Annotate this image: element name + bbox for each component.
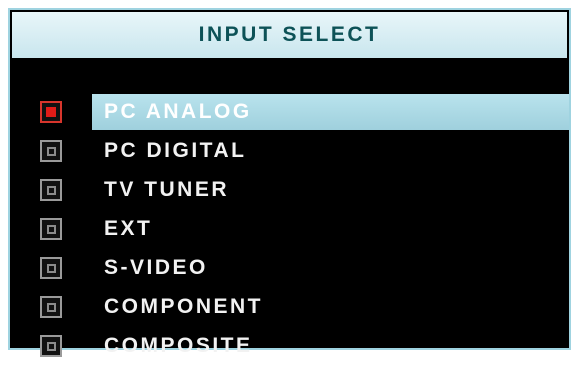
checkbox-icon (40, 296, 62, 318)
input-select-menu: INPUT SELECT PC ANALOG PC DIGITAL TV TUN… (8, 8, 571, 357)
input-label: COMPONENT (104, 295, 263, 318)
checked-checkbox-icon (40, 101, 62, 123)
input-item-tv-tuner[interactable]: TV TUNER (10, 172, 569, 208)
checkbox-icon (40, 218, 62, 240)
input-list: PC ANALOG PC DIGITAL TV TUNER EXT S-VIDE… (10, 94, 569, 367)
input-item-composite[interactable]: COMPOSITE (10, 328, 569, 364)
input-label: TV TUNER (104, 178, 229, 201)
input-item-s-video[interactable]: S-VIDEO (10, 250, 569, 286)
checkbox-icon (40, 335, 62, 357)
title-bar: INPUT SELECT (12, 12, 567, 58)
input-label: EXT (104, 217, 153, 240)
input-label: PC ANALOG (104, 100, 252, 123)
input-item-pc-digital[interactable]: PC DIGITAL (10, 133, 569, 169)
checkbox-icon (40, 140, 62, 162)
checkbox-icon (40, 179, 62, 201)
input-label: PC DIGITAL (104, 139, 247, 162)
input-item-component[interactable]: COMPONENT (10, 289, 569, 325)
input-label: COMPOSITE (104, 334, 253, 357)
input-label: S-VIDEO (104, 256, 208, 279)
input-item-ext[interactable]: EXT (10, 211, 569, 247)
checkbox-icon (40, 257, 62, 279)
input-item-pc-analog[interactable]: PC ANALOG (40, 94, 569, 130)
menu-title: INPUT SELECT (198, 23, 381, 46)
